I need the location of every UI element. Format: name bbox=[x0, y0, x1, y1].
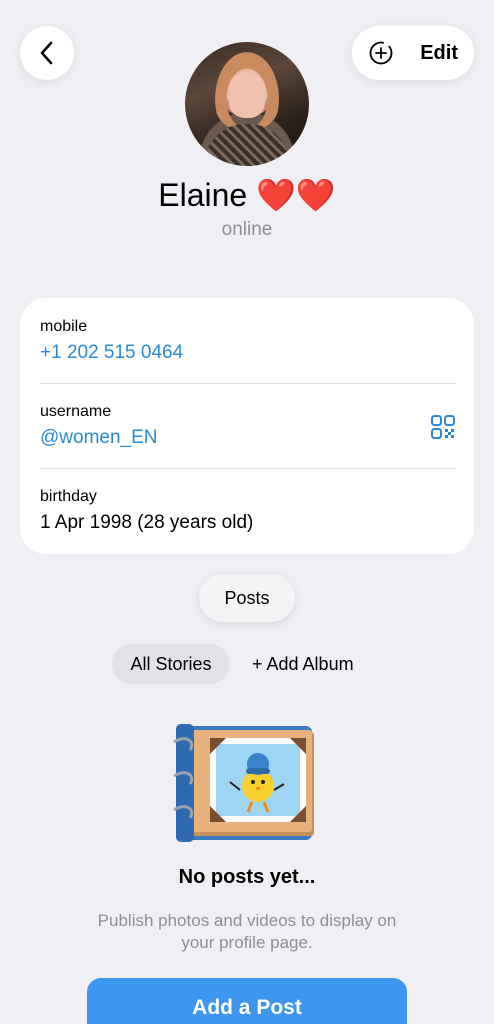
avatar[interactable] bbox=[185, 42, 309, 166]
mobile-label: mobile bbox=[40, 318, 88, 335]
add-album-button[interactable]: + Add Album bbox=[252, 644, 354, 684]
profile-name: Elaine bbox=[158, 177, 248, 213]
contact-info-card: mobile +1 202 515 0464 username @women_E… bbox=[20, 298, 474, 554]
username-value[interactable]: @women_EN bbox=[40, 427, 456, 449]
chevron-left-icon bbox=[40, 41, 53, 65]
profile-name-row: Elaine ❤️❤️ bbox=[0, 176, 494, 214]
edit-label: Edit bbox=[420, 41, 458, 64]
birthday-row: birthday 1 Apr 1998 (28 years old) bbox=[40, 488, 456, 534]
photo-album-illustration bbox=[173, 724, 314, 842]
mobile-row[interactable]: mobile +1 202 515 0464 bbox=[40, 318, 456, 364]
tab-all-stories[interactable]: All Stories bbox=[112, 644, 230, 684]
story-tabs: All Stories + Add Album bbox=[0, 644, 494, 684]
username-label: username bbox=[40, 403, 112, 420]
add-circle-icon bbox=[369, 41, 393, 65]
birthday-value: 1 Apr 1998 (28 years old) bbox=[40, 512, 254, 533]
back-button[interactable] bbox=[20, 26, 74, 80]
birthday-label: birthday bbox=[40, 488, 97, 505]
online-status: online bbox=[221, 219, 273, 240]
heart-emoji: ❤️❤️ bbox=[256, 177, 336, 213]
mobile-value[interactable]: +1 202 515 0464 bbox=[40, 342, 456, 364]
posts-tab[interactable]: Posts bbox=[199, 574, 295, 622]
empty-state-description: Publish photos and videos to display on … bbox=[97, 911, 397, 952]
divider bbox=[40, 383, 456, 384]
divider bbox=[40, 468, 456, 469]
add-post-button[interactable]: Add a Post bbox=[87, 978, 407, 1024]
qr-code-icon[interactable] bbox=[430, 414, 456, 440]
username-row[interactable]: username @women_EN bbox=[40, 403, 456, 449]
edit-button[interactable]: Edit bbox=[352, 26, 474, 80]
empty-state-title: No posts yet... bbox=[178, 866, 316, 888]
